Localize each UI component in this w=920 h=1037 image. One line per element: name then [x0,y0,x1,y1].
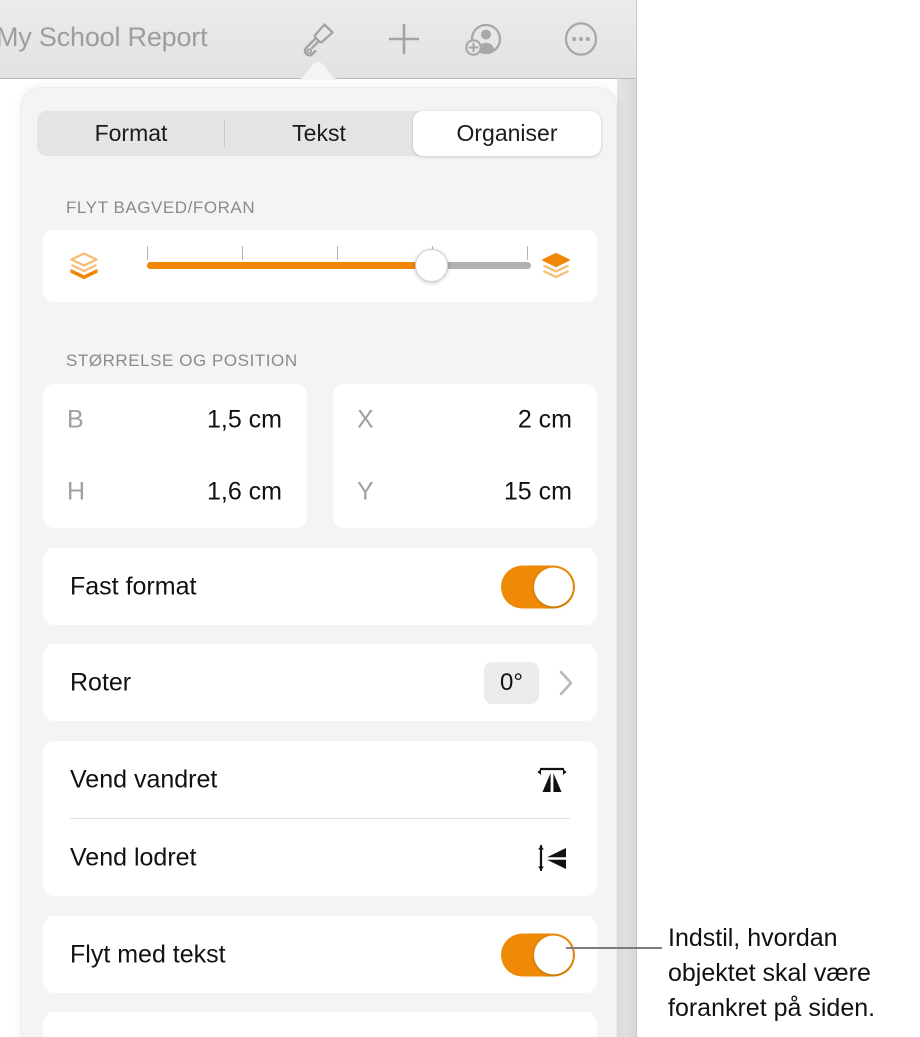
move-with-text-row[interactable]: Flyt med tekst [43,916,597,993]
move-with-text-label: Flyt med tekst [70,940,226,968]
add-person-icon [461,16,507,62]
format-popover: Format Tekst Organiser FLYT BAGVED/FORAN [22,88,616,1037]
toggle-knob [534,935,573,974]
flip-vertical-label: Vend lodret [70,843,197,871]
field-x-value[interactable]: 2 cm [518,406,572,435]
section-header-size-position: STØRRELSE OG POSITION [66,351,298,370]
callout-leader-line [566,947,662,949]
ellipsis-circle-icon [558,16,604,62]
field-height[interactable]: H 1,6 cm [43,456,307,528]
field-width-label: B [67,405,84,434]
arrange-slider[interactable] [147,242,531,290]
flip-vertical-icon [532,838,572,878]
slider-fill [147,262,432,269]
text-wrap-row[interactable]: Tekstombrydning [43,1012,597,1037]
chevron-right-icon[interactable] [555,666,577,700]
rotate-row[interactable]: Roter 0° [43,644,597,721]
field-y-label: Y [357,477,374,506]
document-title: My School Report [0,22,208,52]
toggle-knob [534,567,573,606]
constrain-proportions-label: Fast format [70,572,197,600]
tab-format[interactable]: Format [37,111,225,156]
field-height-label: H [67,477,86,506]
plus-icon [382,17,426,61]
flip-horizontal-row[interactable]: Vend vandret [43,741,597,818]
screenshot-root: My School Report Format Tekst Organiser … [0,0,920,1037]
field-width-value[interactable]: 1,5 cm [207,406,282,435]
slider-knob[interactable] [414,249,448,282]
field-y-value[interactable]: 15 cm [504,478,572,507]
field-y[interactable]: Y 15 cm [333,456,597,528]
field-width[interactable]: B 1,5 cm [43,384,307,456]
slider-ticks [147,246,531,260]
move-with-text-toggle[interactable] [501,933,575,976]
rotate-label: Roter [70,668,132,696]
format-brush-button[interactable] [289,10,347,68]
popover-arrow [296,62,340,80]
section-header-arrange: FLYT BAGVED/FORAN [66,198,256,217]
size-card: B 1,5 cm H 1,6 cm [43,384,307,528]
paintbrush-icon [295,16,341,62]
field-x[interactable]: X 2 cm [333,384,597,456]
collaborate-button[interactable] [455,10,513,68]
field-height-value[interactable]: 1,6 cm [207,478,282,507]
tab-organiser[interactable]: Organiser [413,111,601,156]
constrain-proportions-row[interactable]: Fast format [43,548,597,625]
flip-horizontal-icon [532,760,572,800]
flip-horizontal-label: Vend vandret [70,765,218,793]
insert-button[interactable] [375,10,433,68]
flip-vertical-row[interactable]: Vend lodret [43,819,597,896]
popover-tabbar: Format Tekst Organiser [37,111,601,156]
panel-right-gutter [617,79,636,1037]
position-card: X 2 cm Y 15 cm [333,384,597,528]
tab-tekst[interactable]: Tekst [225,111,413,156]
bring-forward-layers-icon[interactable] [537,248,575,286]
arrange-slider-card [43,230,597,302]
send-backward-layers-icon[interactable] [65,248,103,286]
callout-text: Indstil, hvordan objektet skal være fora… [668,924,876,1022]
field-x-label: X [357,405,374,434]
more-button[interactable] [552,10,610,68]
constrain-proportions-toggle[interactable] [501,565,575,608]
rotate-value-badge[interactable]: 0° [484,661,539,704]
flip-card: Vend vandret Vend lodret [43,741,597,896]
panel-divider [636,0,637,1037]
